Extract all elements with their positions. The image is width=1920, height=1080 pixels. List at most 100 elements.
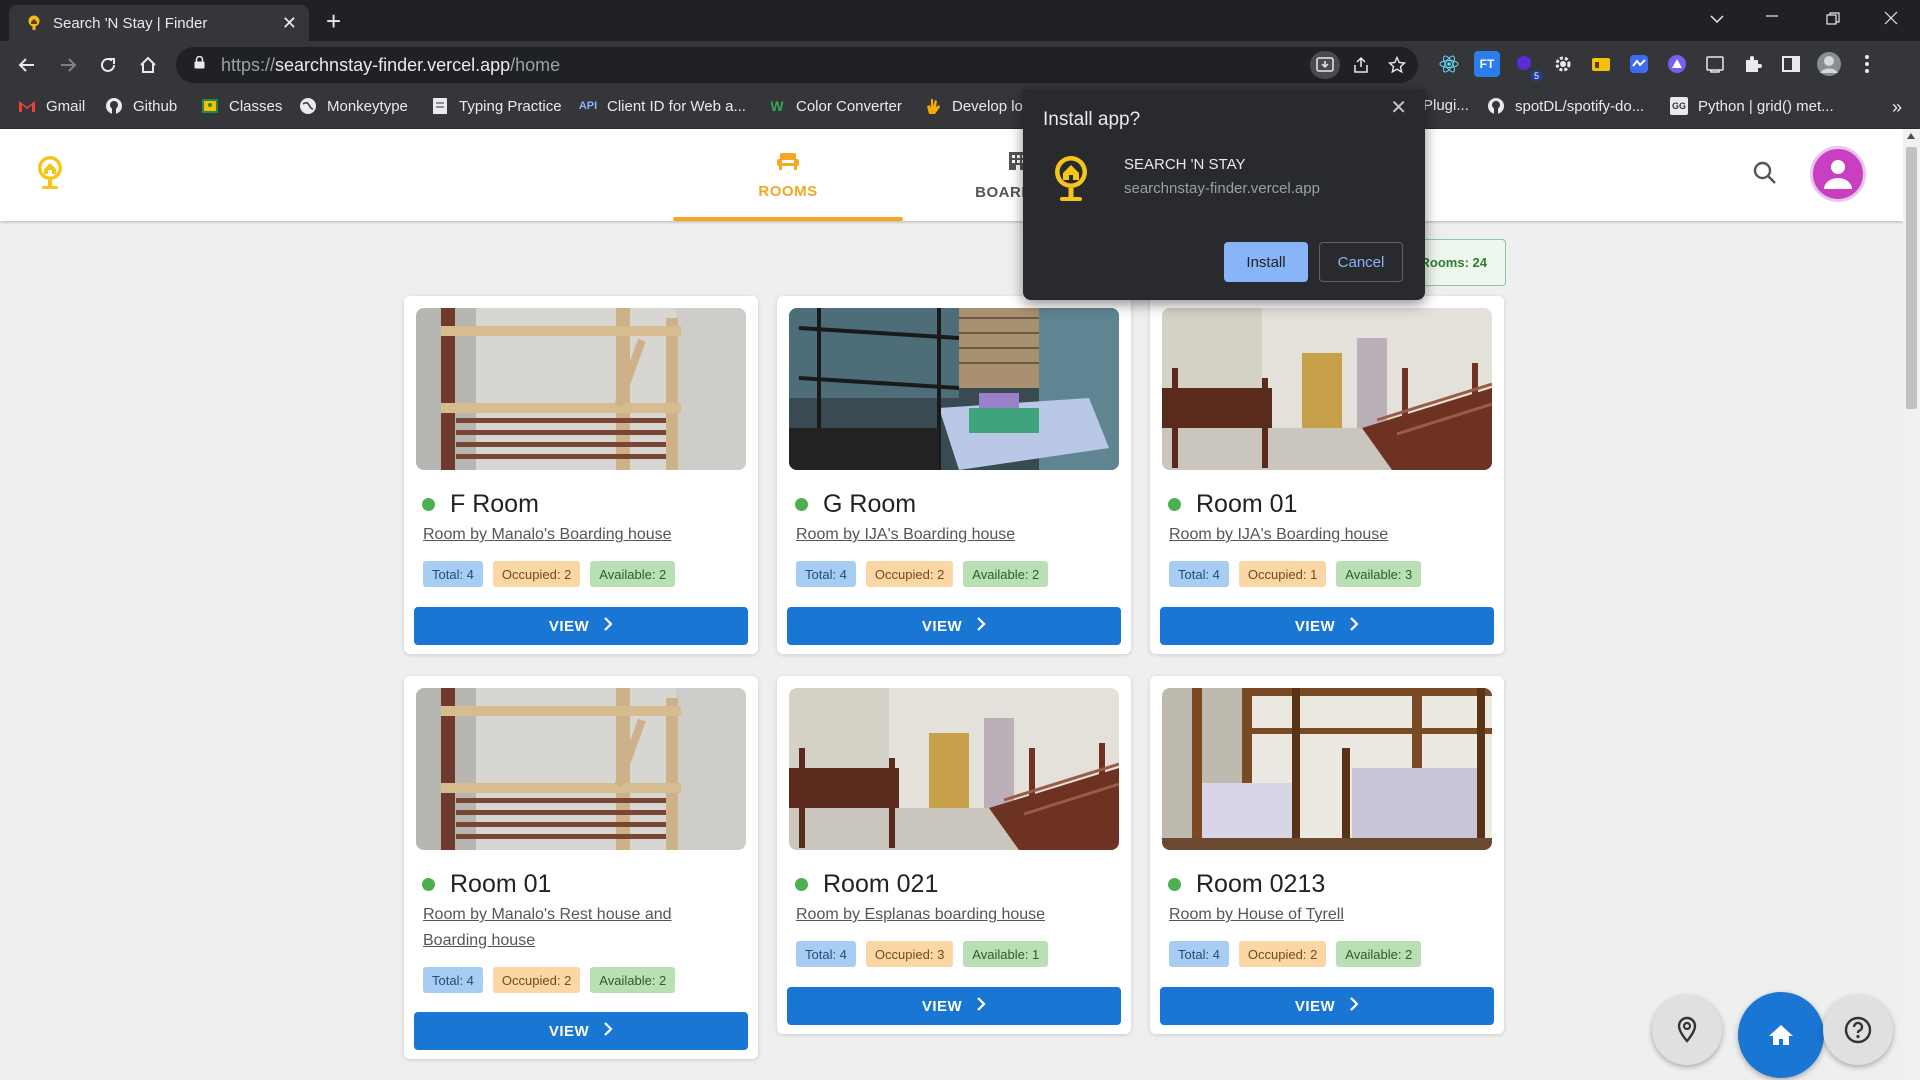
occupied-badge: Occupied: 2 [492, 561, 581, 587]
bookmarks-overflow-button[interactable]: » [1892, 97, 1902, 118]
room-photo[interactable] [1162, 688, 1492, 850]
home-icon[interactable] [134, 51, 162, 79]
reload-icon[interactable] [94, 51, 122, 79]
bookmark-item[interactable]: API Client ID for Web a... [579, 97, 746, 115]
close-icon[interactable]: ✕ [1390, 95, 1407, 120]
view-button[interactable]: VIEW [414, 1012, 748, 1050]
view-button[interactable]: VIEW [787, 987, 1121, 1025]
cancel-button[interactable]: Cancel [1319, 242, 1403, 282]
address-bar[interactable]: https://searchnstay-finder.vercel.app/ho… [176, 47, 1418, 83]
app-header: ROOMS BOARDING [0, 129, 1903, 221]
available-badge: Available: 2 [590, 967, 676, 993]
scroll-up-icon[interactable] [1907, 133, 1915, 139]
room-photo[interactable] [1162, 308, 1492, 470]
total-badge: Total: 4 [1169, 941, 1229, 967]
bookmark-item[interactable]: Monkeytype [299, 97, 408, 115]
back-icon[interactable] [13, 51, 41, 79]
bookmark-item[interactable]: Github [105, 97, 177, 115]
room-photo[interactable] [789, 308, 1119, 470]
react-devtools-icon[interactable] [1436, 51, 1462, 77]
room-boarding-link[interactable]: Room by Esplanas boarding house [796, 902, 1096, 928]
install-app-icon[interactable] [1310, 51, 1340, 79]
page-viewport: ROOMS BOARDING Rooms: 24 F Room Room by … [0, 129, 1903, 1080]
available-badge: Available: 1 [963, 941, 1049, 967]
bookmark-item[interactable]: GG Python | grid() met... [1670, 97, 1834, 115]
room-boarding-link[interactable]: Room by Manalo's Rest house and Boarding… [423, 902, 723, 954]
available-badge: Available: 3 [1336, 561, 1422, 587]
scrollbar-thumb[interactable] [1906, 147, 1917, 409]
room-photo[interactable] [416, 688, 746, 850]
occupied-badge: Occupied: 2 [492, 967, 581, 993]
room-card: Room 01 Room by IJA's Boarding house Tot… [1150, 296, 1504, 654]
bookmark-item[interactable]: Classes [201, 97, 282, 115]
bookmark-item[interactable]: spotDL/spotify-do... [1487, 97, 1644, 115]
github-icon [1487, 97, 1505, 115]
bookmarks-bar: Gmail Github Classes Monkeytype Typing P… [0, 89, 1920, 129]
profile-avatar-icon[interactable] [1816, 51, 1842, 77]
home-button[interactable] [1738, 992, 1824, 1078]
view-button[interactable]: VIEW [414, 607, 748, 645]
bookmark-item[interactable]: W Color Converter [768, 97, 901, 115]
github-icon [105, 97, 123, 115]
side-panel-icon[interactable] [1778, 51, 1804, 77]
tab-rooms[interactable]: ROOMS [673, 129, 903, 221]
tab-search-icon[interactable] [1710, 8, 1724, 29]
chevron-right-icon [1349, 996, 1359, 1016]
view-button[interactable]: VIEW [1160, 987, 1494, 1025]
chevron-right-icon [976, 616, 986, 636]
view-button[interactable]: VIEW [1160, 607, 1494, 645]
app-logo-icon [1053, 155, 1089, 208]
new-tab-button[interactable]: + [326, 8, 341, 34]
room-boarding-link[interactable]: Room by Manalo's Boarding house [423, 522, 723, 548]
install-button[interactable]: Install [1224, 242, 1308, 282]
gear-extension-icon[interactable] [1550, 51, 1576, 77]
share-icon[interactable] [1346, 51, 1376, 79]
minimize-icon[interactable] [1765, 6, 1779, 27]
location-pin-icon [1677, 1016, 1697, 1043]
tab-title: Search 'N Stay | Finder [53, 14, 208, 32]
purple-extension-icon[interactable]: 5 [1512, 51, 1542, 81]
room-boarding-link[interactable]: Room by House of Tyrell [1169, 902, 1469, 928]
user-icon [1824, 160, 1852, 189]
room-boarding-link[interactable]: Room by IJA's Boarding house [1169, 522, 1469, 548]
room-badges: Total: 4 Occupied: 3 Available: 1 [796, 941, 1049, 967]
user-avatar[interactable] [1810, 146, 1866, 202]
url-text: https://searchnstay-finder.vercel.app/ho… [221, 54, 561, 75]
occupied-badge: Occupied: 2 [1238, 941, 1327, 967]
folder-extension-icon[interactable] [1588, 51, 1614, 77]
forward-icon[interactable] [54, 51, 82, 79]
close-window-icon[interactable] [1884, 9, 1898, 30]
room-card: Room 021 Room by Esplanas boarding house… [777, 676, 1131, 1034]
lock-icon[interactable] [194, 55, 205, 74]
bookmark-item[interactable]: Gmail [18, 97, 85, 115]
translate-extension-icon[interactable]: FT [1474, 51, 1500, 77]
browser-tab[interactable]: Search 'N Stay | Finder ✕ [9, 5, 309, 41]
tab-close-icon[interactable]: ✕ [282, 14, 297, 32]
app-logo-icon[interactable] [36, 155, 64, 194]
extensions-area: FT 5 [1436, 51, 1880, 81]
room-photo[interactable] [416, 308, 746, 470]
chevron-right-icon [976, 996, 986, 1016]
browser-toolbar: https://searchnstay-finder.vercel.app/ho… [0, 41, 1920, 89]
bookmark-item[interactable]: Typing Practice [431, 97, 562, 115]
bookmark-item[interactable]: Develop lo [924, 97, 1023, 115]
bookmark-item[interactable]: Plugi... [1423, 97, 1469, 114]
puzzle-icon[interactable] [1740, 51, 1766, 77]
triangle-extension-icon[interactable] [1664, 51, 1690, 77]
screenshot-extension-icon[interactable] [1702, 51, 1728, 77]
restore-icon[interactable] [1826, 10, 1840, 31]
room-name: G Room [823, 490, 917, 518]
view-button[interactable]: VIEW [787, 607, 1121, 645]
chevron-right-icon [603, 616, 613, 636]
search-icon[interactable] [1752, 160, 1778, 191]
room-photo[interactable] [789, 688, 1119, 850]
menu-kebab-icon[interactable] [1854, 51, 1880, 77]
map-location-button[interactable] [1652, 995, 1722, 1065]
page-scrollbar[interactable] [1903, 129, 1920, 1080]
room-boarding-link[interactable]: Room by IJA's Boarding house [796, 522, 1096, 548]
help-button[interactable] [1823, 995, 1893, 1065]
wave-extension-icon[interactable] [1626, 51, 1652, 77]
bookmark-star-icon[interactable] [1382, 51, 1412, 79]
room-name: Room 021 [823, 870, 939, 898]
rooms-count-badge: Rooms: 24 [1418, 239, 1506, 286]
